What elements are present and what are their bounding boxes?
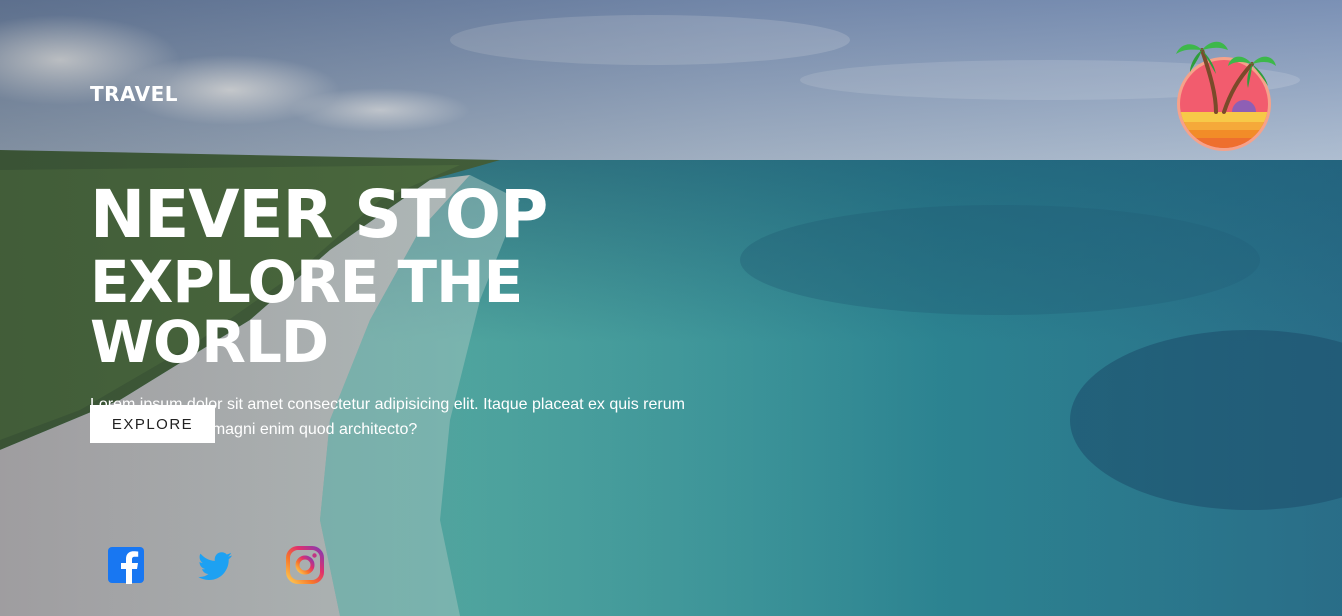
instagram-link[interactable] xyxy=(286,546,324,584)
instagram-icon xyxy=(286,546,324,584)
hero-section: TRAVEL NEVER STOP EXPLORE THE WORLD Lore… xyxy=(0,0,1342,616)
palm-sunset-icon[interactable] xyxy=(1172,34,1280,158)
brand-logo-text[interactable]: TRAVEL xyxy=(90,82,178,106)
hero-content: NEVER STOP EXPLORE THE WORLD Lorem ipsum… xyxy=(90,178,770,442)
twitter-icon xyxy=(198,552,232,580)
twitter-link[interactable] xyxy=(196,546,234,584)
headline-primary: NEVER STOP xyxy=(90,176,548,253)
headline-secondary: EXPLORE THE WORLD xyxy=(90,248,523,376)
explore-button[interactable]: EXPLORE xyxy=(90,405,215,443)
facebook-icon xyxy=(108,547,144,584)
facebook-link[interactable] xyxy=(107,546,145,584)
